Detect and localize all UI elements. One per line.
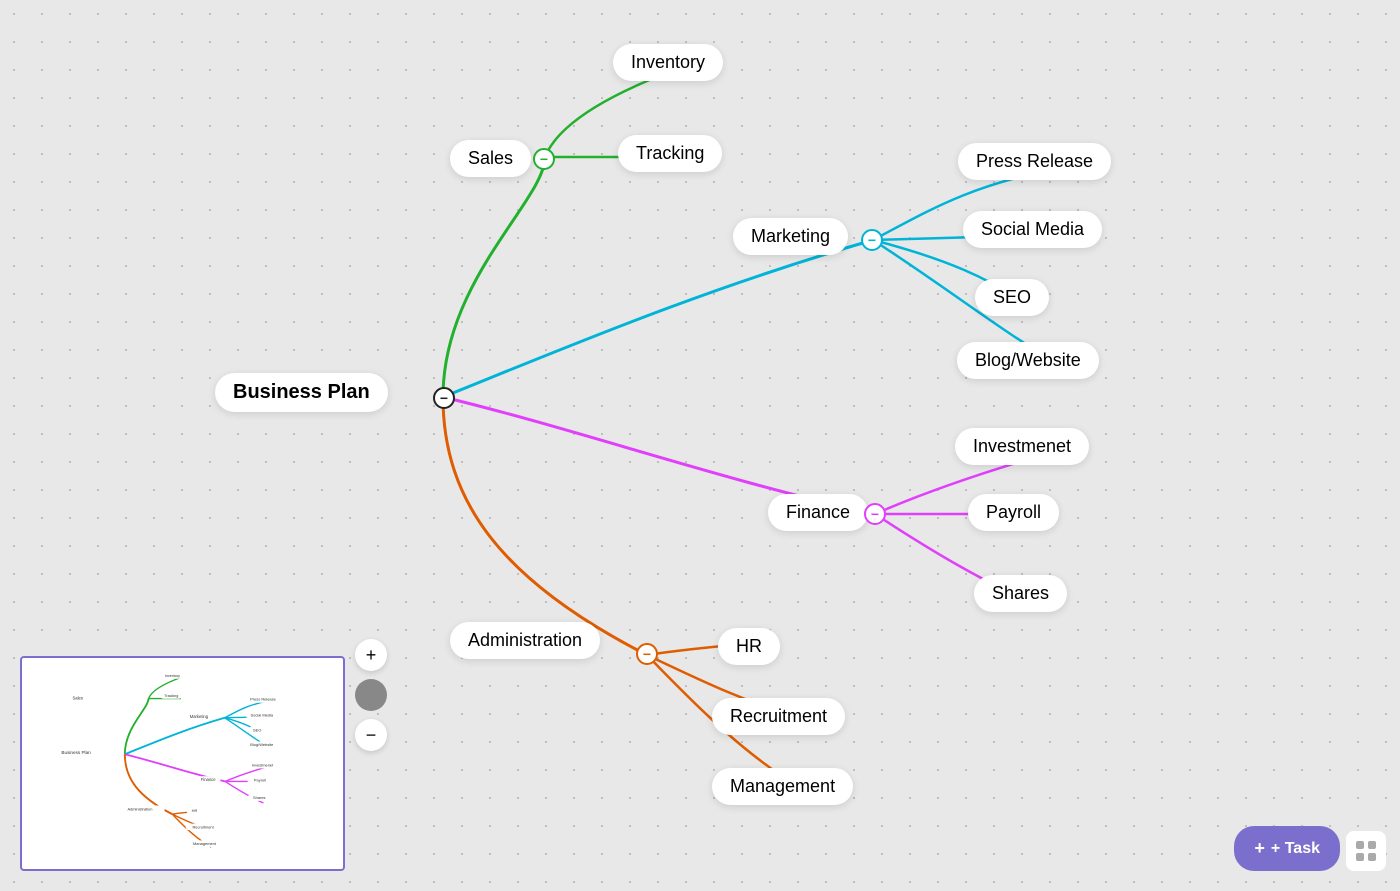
svg-text:Business Plan: Business Plan [61, 750, 91, 755]
svg-text:Tracking: Tracking [164, 694, 178, 698]
minimap: Sales Inventory Tracking Marketing Press… [20, 656, 345, 871]
tracking-node[interactable]: Tracking [618, 135, 722, 172]
svg-text:HR: HR [192, 808, 198, 813]
administration-collapse[interactable]: − [636, 643, 658, 665]
svg-text:Shares: Shares [253, 795, 266, 800]
social-media-node[interactable]: Social Media [963, 211, 1102, 248]
svg-text:Sales: Sales [73, 696, 83, 701]
sales-collapse[interactable]: − [533, 148, 555, 170]
payroll-node[interactable]: Payroll [968, 494, 1059, 531]
svg-text:Management: Management [193, 841, 217, 846]
blog-website-node[interactable]: Blog/Website [957, 342, 1099, 379]
zoom-indicator [355, 679, 387, 711]
svg-text:Inventory: Inventory [165, 674, 180, 678]
shares-node[interactable]: Shares [974, 575, 1067, 612]
finance-collapse[interactable]: − [864, 503, 886, 525]
add-task-button[interactable]: + + Task [1234, 826, 1340, 871]
zoom-in-button[interactable]: + [355, 639, 387, 671]
seo-node[interactable]: SEO [975, 279, 1049, 316]
grid-view-button[interactable] [1346, 831, 1386, 871]
zoom-out-button[interactable]: − [355, 719, 387, 751]
hr-node[interactable]: HR [718, 628, 780, 665]
sales-node[interactable]: Sales [450, 140, 531, 177]
svg-text:Administration: Administration [127, 807, 152, 812]
business-plan-collapse[interactable]: − [433, 387, 455, 409]
svg-text:Investmenet: Investmenet [252, 762, 274, 767]
inventory-node[interactable]: Inventory [613, 44, 723, 81]
svg-text:Payroll: Payroll [254, 777, 266, 782]
administration-node[interactable]: Administration [450, 622, 600, 659]
svg-text:Press Release: Press Release [250, 697, 276, 702]
press-release-node[interactable]: Press Release [958, 143, 1111, 180]
svg-text:Marketing: Marketing [190, 714, 209, 719]
svg-text:SEO: SEO [253, 727, 261, 732]
finance-node[interactable]: Finance [768, 494, 868, 531]
marketing-node[interactable]: Marketing [733, 218, 848, 255]
business-plan-node[interactable]: Business Plan [215, 373, 388, 412]
zoom-controls: + − [355, 639, 387, 751]
plus-icon: + [1254, 838, 1265, 859]
svg-text:Blog/Website: Blog/Website [250, 742, 274, 747]
investmenet-node[interactable]: Investmenet [955, 428, 1089, 465]
svg-text:Recruitment: Recruitment [192, 824, 214, 829]
management-node[interactable]: Management [712, 768, 853, 805]
svg-text:Finance: Finance [201, 777, 216, 782]
recruitment-node[interactable]: Recruitment [712, 698, 845, 735]
svg-text:Social Media: Social Media [251, 712, 274, 717]
marketing-collapse[interactable]: − [861, 229, 883, 251]
